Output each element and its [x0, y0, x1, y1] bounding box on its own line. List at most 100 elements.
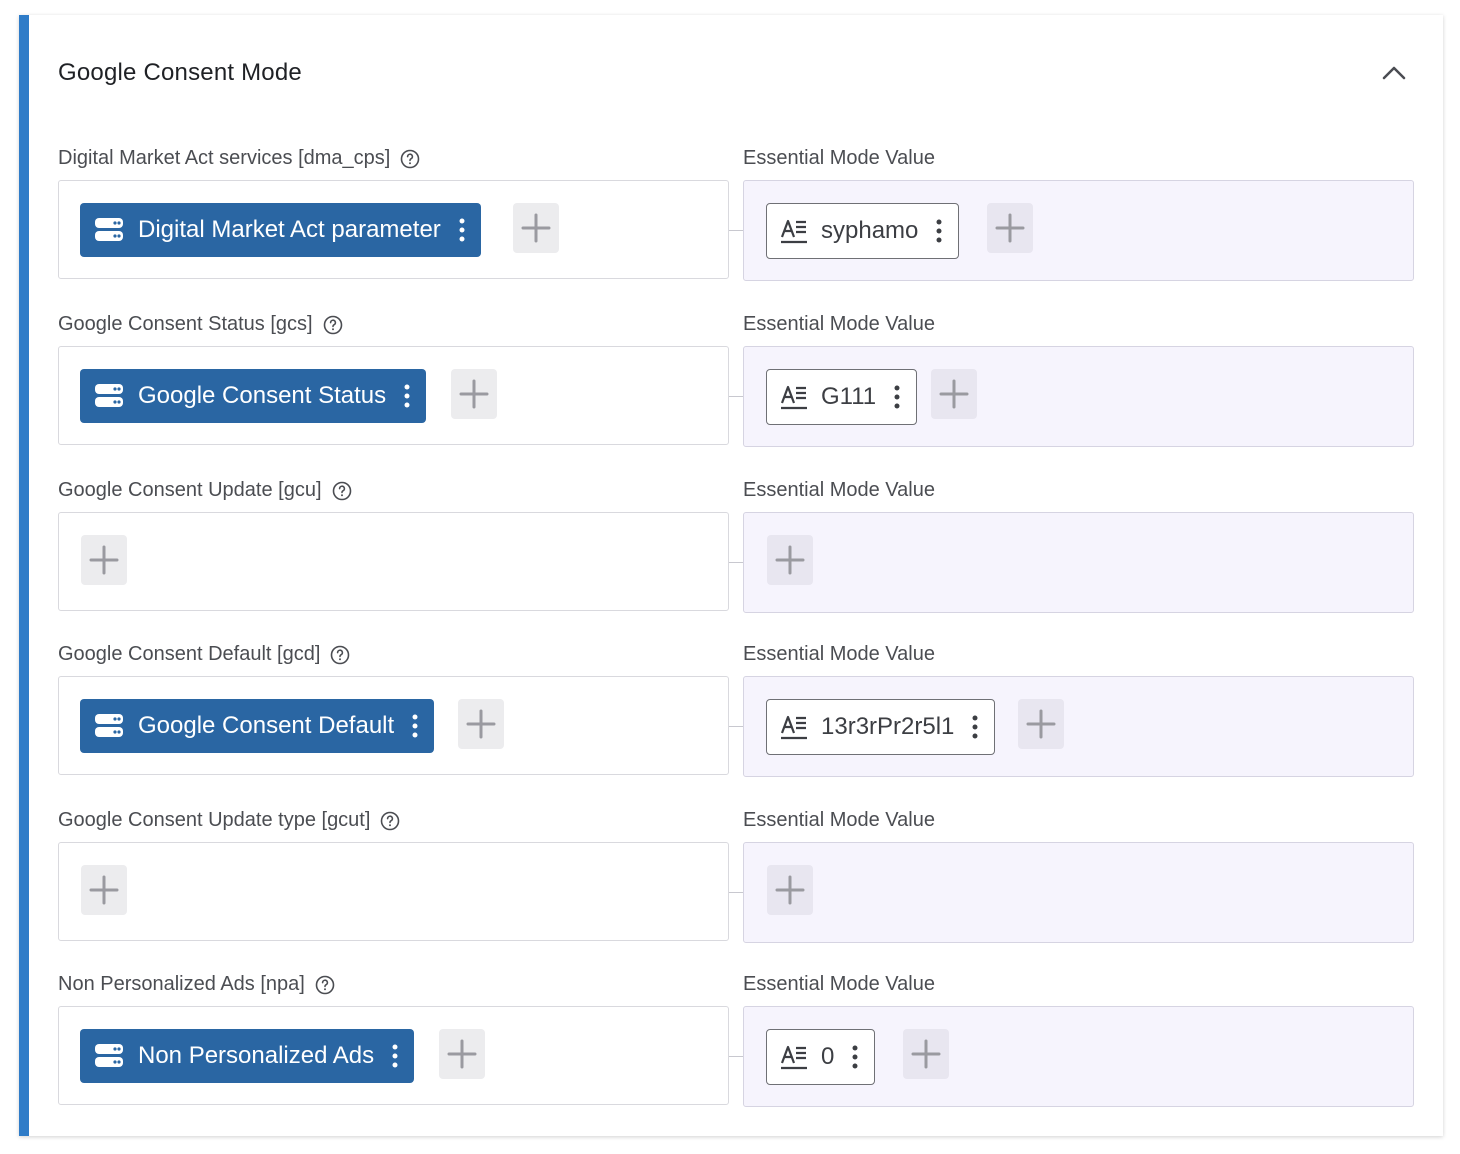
variable-chip[interactable]: Non Personalized Ads — [80, 1029, 415, 1083]
question-circle-icon[interactable] — [400, 149, 420, 169]
kebab-menu-icon[interactable] — [852, 1045, 858, 1069]
database-icon — [94, 713, 124, 739]
chevron-up-icon[interactable] — [1380, 59, 1408, 87]
plus-icon — [775, 875, 805, 905]
plus-icon — [911, 1039, 941, 1069]
kebab-menu-icon[interactable] — [894, 385, 900, 409]
plus-icon — [939, 379, 969, 409]
field-label: Digital Market Act services [dma_cps] — [58, 147, 420, 170]
add-variable-button[interactable] — [81, 865, 127, 915]
plus-icon — [89, 545, 119, 575]
plus-icon — [459, 379, 489, 409]
plus-icon — [447, 1039, 477, 1069]
field-label: Google Consent Status [gcs] — [58, 313, 343, 336]
kebab-menu-icon[interactable] — [412, 714, 418, 738]
variable-dropzone: Google Consent Status — [58, 346, 729, 445]
essential-value-dropzone — [743, 842, 1414, 943]
essential-mode-label: Essential Mode Value — [743, 643, 935, 666]
kebab-menu-icon[interactable] — [404, 384, 410, 408]
section-title: Google Consent Mode — [58, 59, 302, 86]
field-label: Google Consent Default [gcd] — [58, 643, 350, 666]
essential-mode-label-text: Essential Mode Value — [743, 809, 935, 831]
essential-value-dropzone: 0 — [743, 1006, 1414, 1107]
connector-line — [729, 1056, 744, 1057]
essential-value-text: 13r3rPr2r5l1 — [821, 713, 955, 740]
essential-value-text: syphamo — [821, 217, 919, 244]
add-variable-button[interactable] — [439, 1029, 485, 1079]
add-essential-value-button[interactable] — [903, 1029, 949, 1079]
kebab-menu-icon[interactable] — [972, 715, 978, 739]
add-essential-value-button[interactable] — [1018, 699, 1064, 749]
add-variable-button[interactable] — [451, 369, 497, 419]
connector-line — [729, 562, 744, 563]
add-variable-button[interactable] — [513, 203, 559, 253]
essential-mode-label: Essential Mode Value — [743, 313, 935, 336]
field-label-text: Google Consent Status [gcs] — [58, 313, 313, 335]
essential-mode-label-text: Essential Mode Value — [743, 147, 935, 169]
field-label: Non Personalized Ads [npa] — [58, 973, 335, 996]
essential-mode-label: Essential Mode Value — [743, 479, 935, 502]
essential-mode-label-text: Essential Mode Value — [743, 479, 935, 501]
essential-value-dropzone: syphamo — [743, 180, 1414, 281]
variable-chip[interactable]: Google Consent Status — [80, 369, 427, 423]
question-circle-icon[interactable] — [315, 975, 335, 995]
essential-value-chip[interactable]: syphamo — [766, 203, 960, 259]
essential-value-chip[interactable]: 0 — [766, 1029, 876, 1085]
add-variable-button[interactable] — [81, 535, 127, 585]
plus-icon — [1026, 709, 1056, 739]
kebab-menu-icon[interactable] — [936, 219, 942, 243]
essential-mode-label: Essential Mode Value — [743, 973, 935, 996]
variable-chip-label: Google Consent Default — [138, 712, 395, 739]
database-icon — [94, 383, 124, 409]
variable-chip[interactable]: Google Consent Default — [80, 699, 435, 753]
essential-value-chip[interactable]: G111 — [766, 369, 918, 425]
connector-line — [729, 892, 744, 893]
question-circle-icon[interactable] — [330, 645, 350, 665]
add-essential-value-button[interactable] — [767, 865, 813, 915]
field-label-text: Non Personalized Ads [npa] — [58, 973, 305, 995]
variable-chip-label: Non Personalized Ads — [138, 1042, 375, 1069]
variable-dropzone: Digital Market Act parameter — [58, 180, 729, 279]
text-format-icon — [780, 218, 808, 244]
plus-icon — [466, 709, 496, 739]
add-essential-value-button[interactable] — [931, 369, 977, 419]
essential-value-dropzone: 13r3rPr2r5l1 — [743, 676, 1414, 777]
kebab-menu-icon[interactable] — [392, 1044, 398, 1068]
question-circle-icon[interactable] — [380, 811, 400, 831]
field-label-text: Google Consent Default [gcd] — [58, 643, 321, 665]
question-circle-icon[interactable] — [332, 481, 352, 501]
field-label: Google Consent Update type [gcut] — [58, 809, 400, 832]
add-essential-value-button[interactable] — [987, 203, 1033, 253]
connector-line — [729, 230, 744, 231]
essential-mode-label: Essential Mode Value — [743, 809, 935, 832]
connector-line — [729, 726, 744, 727]
field-label: Google Consent Update [gcu] — [58, 479, 352, 502]
text-format-icon — [780, 1044, 808, 1070]
add-variable-button[interactable] — [458, 699, 504, 749]
essential-value-chip[interactable]: 13r3rPr2r5l1 — [766, 699, 996, 755]
variable-chip-label: Digital Market Act parameter — [138, 216, 441, 243]
variable-dropzone — [58, 512, 729, 611]
plus-icon — [89, 875, 119, 905]
essential-value-text: 0 — [821, 1043, 835, 1070]
essential-mode-label-text: Essential Mode Value — [743, 643, 935, 665]
variable-dropzone: Non Personalized Ads — [58, 1006, 729, 1105]
variable-chip-label: Google Consent Status — [138, 382, 387, 409]
essential-value-text: G111 — [821, 383, 877, 410]
add-essential-value-button[interactable] — [767, 535, 813, 585]
variable-dropzone — [58, 842, 729, 941]
essential-value-dropzone: G111 — [743, 346, 1414, 447]
variable-dropzone: Google Consent Default — [58, 676, 729, 775]
variable-chip[interactable]: Digital Market Act parameter — [80, 203, 481, 257]
database-icon — [94, 217, 124, 243]
kebab-menu-icon[interactable] — [459, 218, 465, 242]
question-circle-icon[interactable] — [323, 315, 343, 335]
essential-mode-label-text: Essential Mode Value — [743, 313, 935, 335]
text-format-icon — [780, 714, 808, 740]
essential-mode-label: Essential Mode Value — [743, 147, 935, 170]
field-label-text: Digital Market Act services [dma_cps] — [58, 147, 391, 169]
plus-icon — [995, 213, 1025, 243]
connector-line — [729, 396, 744, 397]
plus-icon — [521, 213, 551, 243]
essential-value-dropzone — [743, 512, 1414, 613]
